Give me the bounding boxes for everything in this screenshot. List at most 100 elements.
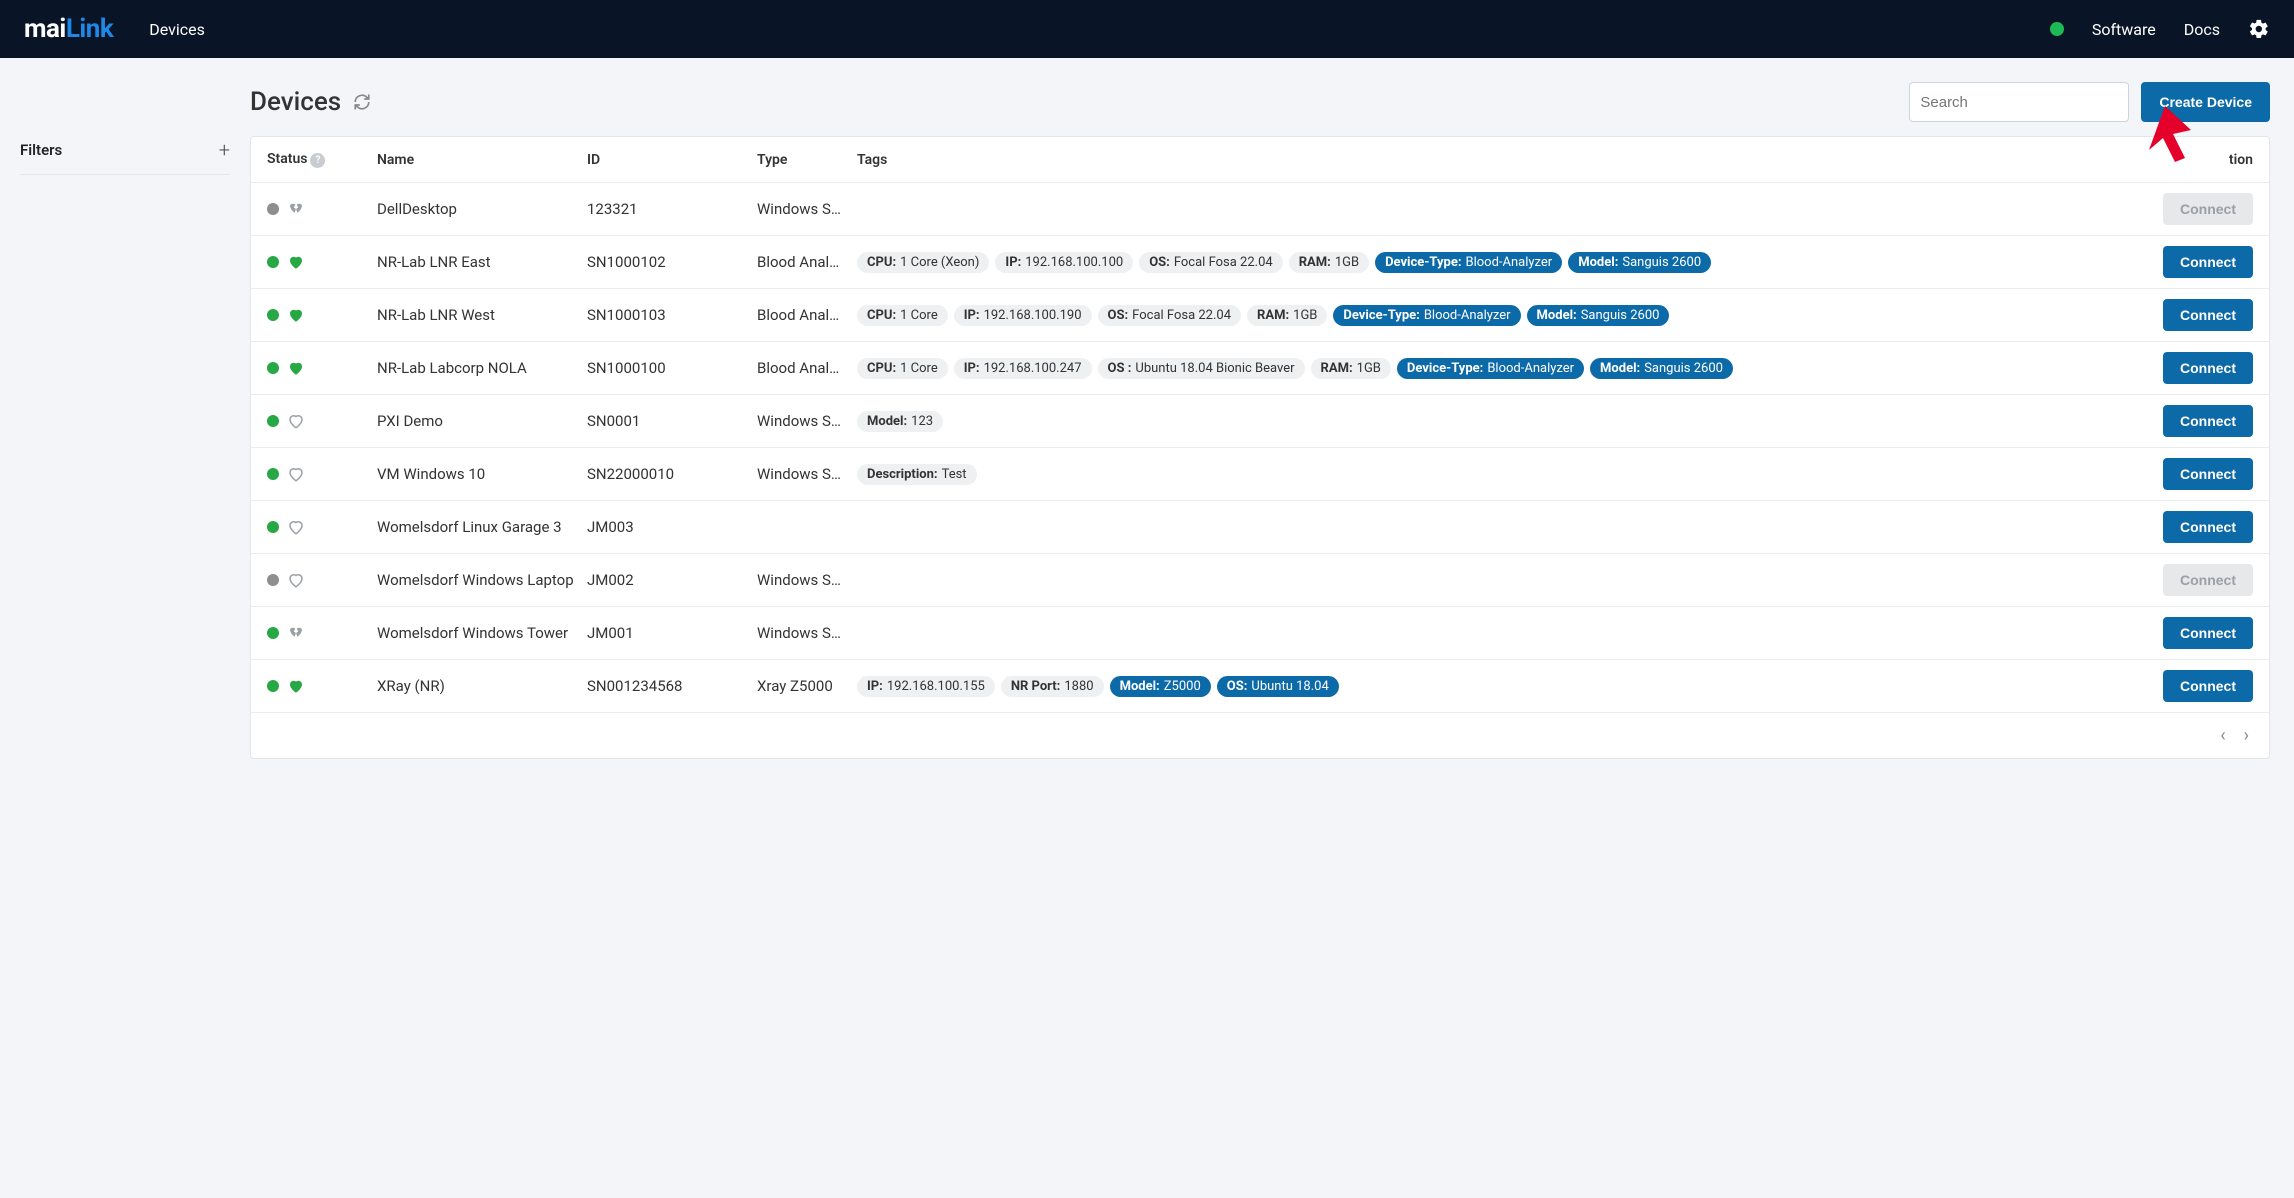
status-cell xyxy=(267,359,377,377)
connect-button[interactable]: Connect xyxy=(2163,405,2253,437)
device-type: Blood Anal… xyxy=(757,306,857,324)
devices-table: Status? Name ID Type Tags tion DellDeskt… xyxy=(250,136,2270,759)
add-filter-icon[interactable]: + xyxy=(219,138,230,162)
device-id: JM001 xyxy=(587,624,757,642)
device-id: SN001234568 xyxy=(587,677,757,695)
tag[interactable]: Model: Z5000 xyxy=(1110,676,1211,697)
connect-button[interactable]: Connect xyxy=(2163,352,2253,384)
table-row[interactable]: Womelsdorf Windows LaptopJM002Windows S…… xyxy=(251,554,2269,607)
device-id: SN1000100 xyxy=(587,359,757,377)
tag[interactable]: CPU: 1 Core xyxy=(857,358,948,379)
device-id: 123321 xyxy=(587,200,757,218)
table-row[interactable]: XRay (NR)SN001234568Xray Z5000IP: 192.16… xyxy=(251,660,2269,713)
tag[interactable]: Model: 123 xyxy=(857,411,943,432)
heart-icon xyxy=(287,359,305,377)
device-id: SN0001 xyxy=(587,412,757,430)
column-status[interactable]: Status? xyxy=(267,151,377,168)
status-dot-icon xyxy=(267,309,279,321)
tag[interactable]: Device-Type: Blood-Analyzer xyxy=(1333,305,1520,326)
heart-icon xyxy=(287,624,305,642)
tag[interactable]: RAM: 1GB xyxy=(1289,252,1369,273)
tag[interactable]: Model: Sanguis 2600 xyxy=(1568,252,1711,273)
device-name: Womelsdorf Linux Garage 3 xyxy=(377,518,587,536)
tags-cell: Description: Test xyxy=(857,464,2143,485)
nav-software[interactable]: Software xyxy=(2092,20,2156,39)
tag[interactable]: IP: 192.168.100.247 xyxy=(954,358,1092,379)
device-id: JM002 xyxy=(587,571,757,589)
status-dot-icon xyxy=(267,415,279,427)
next-page-button[interactable]: › xyxy=(2244,725,2249,746)
prev-page-button[interactable]: ‹ xyxy=(2220,725,2225,746)
tag[interactable]: RAM: 1GB xyxy=(1311,358,1391,379)
table-row[interactable]: NR-Lab LNR EastSN1000102Blood Anal…CPU: … xyxy=(251,236,2269,289)
tag[interactable]: OS : Ubuntu 18.04 Bionic Beaver xyxy=(1098,358,1305,379)
connect-button[interactable]: Connect xyxy=(2163,458,2253,490)
table-row[interactable]: Womelsdorf Linux Garage 3JM003 Connect xyxy=(251,501,2269,554)
table-row[interactable]: Womelsdorf Windows TowerJM001Windows S… C… xyxy=(251,607,2269,660)
tag[interactable]: IP: 192.168.100.100 xyxy=(995,252,1133,273)
connect-button[interactable]: Connect xyxy=(2163,511,2253,543)
table-header-row: Status? Name ID Type Tags tion xyxy=(251,137,2269,183)
tag[interactable]: NR Port: 1880 xyxy=(1001,676,1104,697)
status-cell xyxy=(267,412,377,430)
device-name: VM Windows 10 xyxy=(377,465,587,483)
help-icon[interactable]: ? xyxy=(310,153,325,168)
connect-button[interactable]: Connect xyxy=(2163,670,2253,702)
tag[interactable]: Model: Sanguis 2600 xyxy=(1590,358,1733,379)
status-dot-icon xyxy=(267,521,279,533)
status-cell xyxy=(267,571,377,589)
connect-button[interactable]: Connect xyxy=(2163,246,2253,278)
device-name: PXI Demo xyxy=(377,412,587,430)
sidebar: Filters + xyxy=(0,58,250,783)
heart-icon xyxy=(287,571,305,589)
connect-button: Connect xyxy=(2163,193,2253,225)
table-row[interactable]: VM Windows 10SN22000010Windows S…Descrip… xyxy=(251,448,2269,501)
device-name: NR-Lab LNR East xyxy=(377,253,587,271)
tag[interactable]: CPU: 1 Core xyxy=(857,305,948,326)
status-dot-icon xyxy=(267,680,279,692)
search-box[interactable] xyxy=(1909,82,2129,122)
tag[interactable]: Model: Sanguis 2600 xyxy=(1527,305,1670,326)
tags-cell: CPU: 1 Core IP: 192.168.100.190 OS: Focal … xyxy=(857,305,2143,326)
device-name: Womelsdorf Windows Tower xyxy=(377,624,587,642)
connection-status-indicator xyxy=(2050,22,2064,36)
column-name[interactable]: Name xyxy=(377,152,587,168)
refresh-icon[interactable] xyxy=(353,93,371,111)
search-input[interactable] xyxy=(1920,94,2119,111)
tag[interactable]: OS: Ubuntu 18.04 xyxy=(1217,676,1339,697)
column-tags[interactable]: Tags xyxy=(857,152,2143,168)
tag[interactable]: OS: Focal Fosa 22.04 xyxy=(1098,305,1242,326)
status-cell xyxy=(267,253,377,271)
status-dot-icon xyxy=(267,362,279,374)
table-row[interactable]: PXI DemoSN0001Windows S…Model: 123Connec… xyxy=(251,395,2269,448)
tag[interactable]: RAM: 1GB xyxy=(1247,305,1327,326)
tag[interactable]: CPU: 1 Core (Xeon) xyxy=(857,252,989,273)
column-type[interactable]: Type xyxy=(757,152,857,168)
heart-icon xyxy=(287,465,305,483)
tag[interactable]: Description: Test xyxy=(857,464,977,485)
status-dot-icon xyxy=(267,627,279,639)
device-id: JM003 xyxy=(587,518,757,536)
logo-text-mai: mai xyxy=(24,14,66,44)
status-cell xyxy=(267,200,377,218)
device-type: Windows S… xyxy=(757,624,857,642)
tag[interactable]: OS: Focal Fosa 22.04 xyxy=(1139,252,1283,273)
connect-button[interactable]: Connect xyxy=(2163,617,2253,649)
tag[interactable]: IP: 192.168.100.190 xyxy=(954,305,1092,326)
table-row[interactable]: DellDesktop123321Windows S…Connect xyxy=(251,183,2269,236)
filters-header[interactable]: Filters + xyxy=(20,138,230,175)
status-cell xyxy=(267,518,377,536)
nav-devices[interactable]: Devices xyxy=(149,20,205,39)
connect-button[interactable]: Connect xyxy=(2163,299,2253,331)
heart-icon xyxy=(287,677,305,695)
tag[interactable]: Device-Type: Blood-Analyzer xyxy=(1375,252,1562,273)
tag[interactable]: Device-Type: Blood-Analyzer xyxy=(1397,358,1584,379)
column-id[interactable]: ID xyxy=(587,152,757,168)
app-header: maiLink Devices Software Docs xyxy=(0,0,2294,58)
settings-icon[interactable] xyxy=(2248,18,2270,40)
table-row[interactable]: NR-Lab Labcorp NOLASN1000100Blood Anal…C… xyxy=(251,342,2269,395)
table-row[interactable]: NR-Lab LNR WestSN1000103Blood Anal…CPU: … xyxy=(251,289,2269,342)
nav-docs[interactable]: Docs xyxy=(2184,20,2220,39)
tag[interactable]: IP: 192.168.100.155 xyxy=(857,676,995,697)
device-type: Windows S… xyxy=(757,465,857,483)
